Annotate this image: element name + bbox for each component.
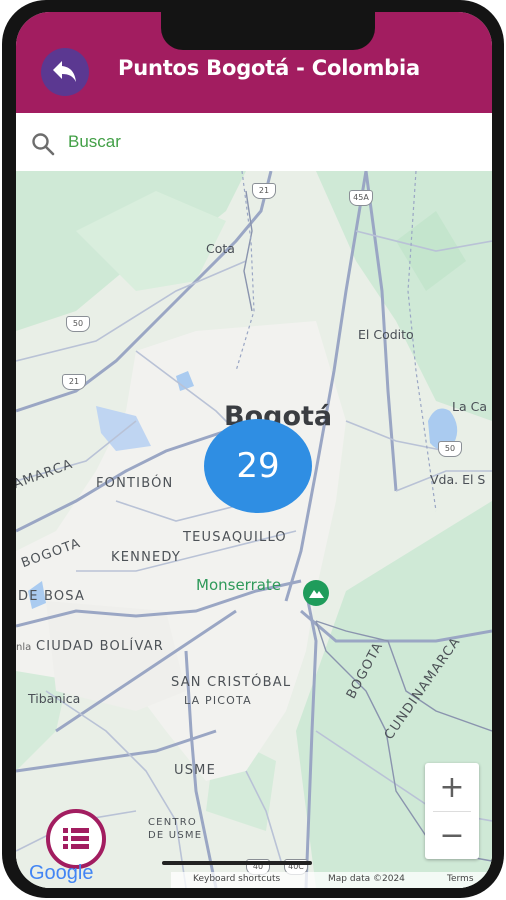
menu-button[interactable] <box>46 809 106 869</box>
map-label-nla: nla <box>16 642 32 653</box>
app-screen: Puntos Bogotá - Colombia Buscar Cota El … <box>16 12 492 888</box>
map-label-vda-el-s: Vda. El S <box>430 472 486 487</box>
page-title: Puntos Bogotá - Colombia <box>118 56 420 80</box>
phone-frame: Puntos Bogotá - Colombia Buscar Cota El … <box>2 0 504 898</box>
search-bar <box>16 113 492 172</box>
phone-notch <box>161 12 375 50</box>
map-label-la-picota: LA PICOTA <box>184 694 252 707</box>
map-label-cota: Cota <box>206 241 235 256</box>
keyboard-shortcuts-link[interactable]: Keyboard shortcuts <box>193 874 280 884</box>
map-label-kennedy: KENNEDY <box>111 550 182 565</box>
route-shield: 50 <box>66 316 90 332</box>
home-indicator <box>162 861 312 865</box>
zoom-in-button[interactable]: + <box>425 763 479 811</box>
mountain-icon[interactable] <box>303 580 329 606</box>
back-arrow-icon <box>53 61 76 82</box>
map-label-ciudad-bolivar: CIUDAD BOLÍVAR <box>36 639 165 654</box>
map-label-de-bosa: DE BOSA <box>18 589 86 604</box>
map-label-de-usme: DE USME <box>148 830 203 841</box>
route-shield: 21 <box>252 183 276 199</box>
map-label-monserrate: Monserrate <box>196 576 282 594</box>
search-input[interactable] <box>68 127 468 157</box>
back-button[interactable] <box>41 48 89 96</box>
zoom-controls: + − <box>425 763 479 859</box>
route-shield: 45A <box>349 190 373 206</box>
route-shield: 21 <box>62 374 86 390</box>
google-logo: Google <box>29 862 94 884</box>
map-view[interactable]: Cota El Codito La Ca Vda. El S Bogotá FO… <box>16 171 492 888</box>
cluster-marker[interactable]: 29 <box>204 419 312 513</box>
route-shield: 50 <box>438 441 462 457</box>
map-data-text: Map data ©2024 <box>328 874 405 884</box>
map-label-la-ca: La Ca <box>452 399 487 414</box>
map-label-centro: CENTRO <box>148 817 197 828</box>
zoom-out-button[interactable]: − <box>425 811 479 859</box>
map-label-teusaquillo: TEUSAQUILLO <box>183 530 287 545</box>
map-label-fontibon: FONTIBÓN <box>96 476 174 491</box>
map-label-el-codito: El Codito <box>358 327 414 342</box>
list-menu-icon <box>63 828 89 849</box>
search-icon <box>32 133 55 156</box>
map-attribution: Keyboard shortcuts Map data ©2024 Terms <box>171 872 492 888</box>
map-label-san-cristobal: SAN CRISTÓBAL <box>171 675 292 690</box>
terms-link[interactable]: Terms <box>447 874 474 884</box>
map-label-usme: USME <box>174 763 216 778</box>
map-label-tibanica: Tibanica <box>28 691 81 706</box>
